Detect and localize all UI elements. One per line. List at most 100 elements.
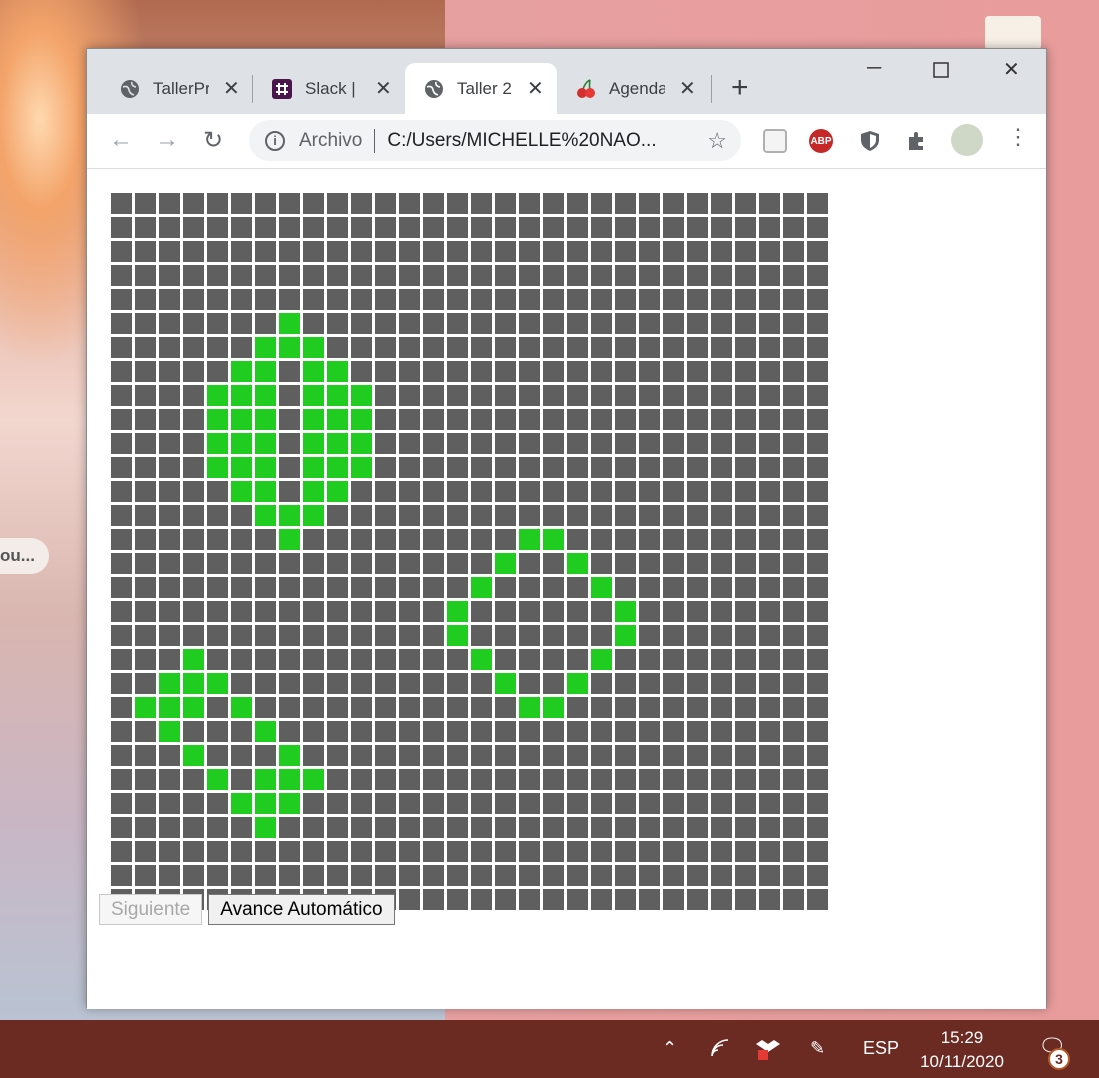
live-cell[interactable] <box>255 817 276 838</box>
dead-cell[interactable] <box>567 481 588 502</box>
dead-cell[interactable] <box>687 361 708 382</box>
dead-cell[interactable] <box>759 817 780 838</box>
dead-cell[interactable] <box>543 553 564 574</box>
dead-cell[interactable] <box>807 601 828 622</box>
dead-cell[interactable] <box>759 457 780 478</box>
dead-cell[interactable] <box>663 817 684 838</box>
back-icon[interactable]: ← <box>109 126 133 154</box>
dead-cell[interactable] <box>111 793 132 814</box>
dead-cell[interactable] <box>711 793 732 814</box>
dead-cell[interactable] <box>495 529 516 550</box>
dead-cell[interactable] <box>111 193 132 214</box>
dead-cell[interactable] <box>279 649 300 670</box>
dead-cell[interactable] <box>519 241 540 262</box>
dead-cell[interactable] <box>159 793 180 814</box>
dead-cell[interactable] <box>279 241 300 262</box>
dead-cell[interactable] <box>783 241 804 262</box>
dead-cell[interactable] <box>111 457 132 478</box>
dead-cell[interactable] <box>207 649 228 670</box>
dead-cell[interactable] <box>111 529 132 550</box>
dead-cell[interactable] <box>759 553 780 574</box>
dead-cell[interactable] <box>735 553 756 574</box>
live-cell[interactable] <box>159 697 180 718</box>
dead-cell[interactable] <box>423 193 444 214</box>
live-cell[interactable] <box>303 409 324 430</box>
dead-cell[interactable] <box>303 865 324 886</box>
dead-cell[interactable] <box>471 889 492 910</box>
dead-cell[interactable] <box>255 289 276 310</box>
dead-cell[interactable] <box>807 409 828 430</box>
dead-cell[interactable] <box>159 313 180 334</box>
dead-cell[interactable] <box>423 577 444 598</box>
dead-cell[interactable] <box>759 889 780 910</box>
dead-cell[interactable] <box>135 217 156 238</box>
dead-cell[interactable] <box>639 793 660 814</box>
live-cell[interactable] <box>183 697 204 718</box>
dead-cell[interactable] <box>807 841 828 862</box>
live-cell[interactable] <box>543 697 564 718</box>
live-cell[interactable] <box>567 553 588 574</box>
dead-cell[interactable] <box>423 793 444 814</box>
dead-cell[interactable] <box>159 577 180 598</box>
dead-cell[interactable] <box>351 601 372 622</box>
dead-cell[interactable] <box>135 865 156 886</box>
dead-cell[interactable] <box>711 721 732 742</box>
dead-cell[interactable] <box>543 409 564 430</box>
dead-cell[interactable] <box>591 625 612 646</box>
dead-cell[interactable] <box>759 793 780 814</box>
dead-cell[interactable] <box>519 217 540 238</box>
dead-cell[interactable] <box>423 505 444 526</box>
dead-cell[interactable] <box>207 289 228 310</box>
dead-cell[interactable] <box>495 361 516 382</box>
dead-cell[interactable] <box>543 649 564 670</box>
dead-cell[interactable] <box>735 385 756 406</box>
dead-cell[interactable] <box>543 865 564 886</box>
dead-cell[interactable] <box>735 289 756 310</box>
dead-cell[interactable] <box>351 265 372 286</box>
dead-cell[interactable] <box>639 193 660 214</box>
dead-cell[interactable] <box>423 697 444 718</box>
live-cell[interactable] <box>351 385 372 406</box>
dead-cell[interactable] <box>135 577 156 598</box>
dead-cell[interactable] <box>255 217 276 238</box>
dead-cell[interactable] <box>231 841 252 862</box>
dead-cell[interactable] <box>711 889 732 910</box>
dead-cell[interactable] <box>135 817 156 838</box>
adblock-extension-icon[interactable]: ABP <box>809 129 833 153</box>
dead-cell[interactable] <box>639 505 660 526</box>
dead-cell[interactable] <box>471 529 492 550</box>
dead-cell[interactable] <box>471 721 492 742</box>
dead-cell[interactable] <box>807 529 828 550</box>
dead-cell[interactable] <box>783 889 804 910</box>
dead-cell[interactable] <box>303 841 324 862</box>
dead-cell[interactable] <box>303 721 324 742</box>
dead-cell[interactable] <box>111 241 132 262</box>
dead-cell[interactable] <box>447 385 468 406</box>
live-cell[interactable] <box>159 673 180 694</box>
dead-cell[interactable] <box>375 577 396 598</box>
dead-cell[interactable] <box>279 697 300 718</box>
dead-cell[interactable] <box>447 865 468 886</box>
dead-cell[interactable] <box>567 505 588 526</box>
live-cell[interactable] <box>615 601 636 622</box>
dead-cell[interactable] <box>711 769 732 790</box>
dead-cell[interactable] <box>303 241 324 262</box>
dead-cell[interactable] <box>807 433 828 454</box>
dead-cell[interactable] <box>615 289 636 310</box>
dead-cell[interactable] <box>231 217 252 238</box>
dead-cell[interactable] <box>807 553 828 574</box>
dead-cell[interactable] <box>399 841 420 862</box>
dead-cell[interactable] <box>639 457 660 478</box>
dead-cell[interactable] <box>135 793 156 814</box>
dead-cell[interactable] <box>543 745 564 766</box>
dead-cell[interactable] <box>615 793 636 814</box>
dead-cell[interactable] <box>375 553 396 574</box>
live-cell[interactable] <box>303 361 324 382</box>
live-cell[interactable] <box>159 721 180 742</box>
dead-cell[interactable] <box>423 289 444 310</box>
dead-cell[interactable] <box>135 457 156 478</box>
dead-cell[interactable] <box>735 529 756 550</box>
live-cell[interactable] <box>303 505 324 526</box>
dead-cell[interactable] <box>735 337 756 358</box>
dead-cell[interactable] <box>687 721 708 742</box>
